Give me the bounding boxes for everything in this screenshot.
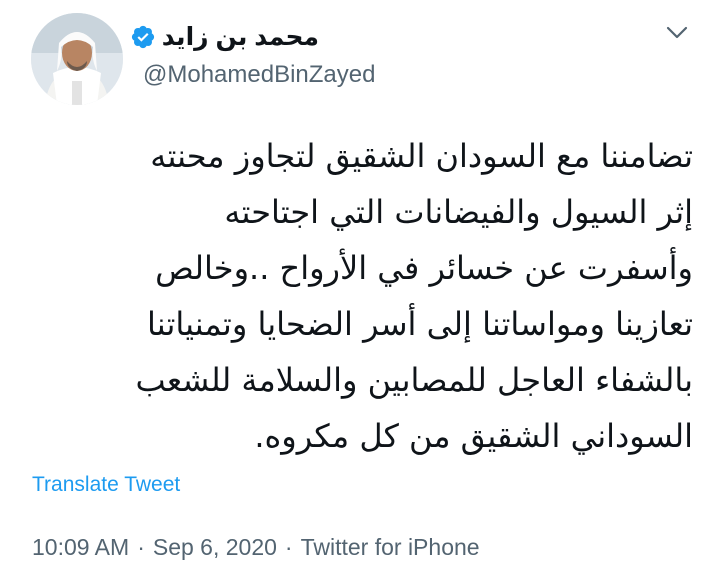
meta-separator: ·: [137, 534, 145, 560]
verified-badge-icon: [130, 24, 156, 50]
chevron-down-icon[interactable]: [662, 18, 692, 48]
tweet-date[interactable]: Sep 6, 2020: [153, 534, 277, 560]
meta-separator: ·: [284, 534, 293, 560]
display-name[interactable]: محمد بن زايد: [162, 22, 319, 52]
avatar[interactable]: [31, 13, 123, 105]
avatar-image: [31, 13, 123, 105]
tweet-header: محمد بن زايد @MohamedBinZayed: [0, 0, 720, 110]
name-row: محمد بن زايد: [130, 22, 319, 52]
tweet-text: تضامننا مع السودان الشقيق لتجاوز محنته إ…: [20, 128, 693, 464]
tweet-source[interactable]: Twitter for iPhone: [301, 534, 480, 560]
user-handle[interactable]: @MohamedBinZayed: [143, 60, 375, 90]
translate-tweet-link[interactable]: Translate Tweet: [32, 472, 180, 498]
tweet-text-line: تضامننا مع السودان الشقيق لتجاوز محنته: [150, 137, 693, 175]
tweet-text-line: بالشفاء العاجل للمصابين والسلامة للشعب: [135, 361, 693, 399]
tweet-text-line: تعازينا ومواساتنا إلى أسر الضحايا وتمنيا…: [147, 305, 693, 343]
tweet-text-line: إثر السيول والفيضانات التي اجتاحته: [224, 193, 693, 231]
tweet-text-line: وأسفرت عن خسائر في الأرواح ..وخالص: [155, 249, 693, 287]
tweet-metadata: 10:09 AM · Sep 6, 2020 · Twitter for iPhone: [32, 532, 480, 562]
tweet-text-line: السوداني الشقيق من كل مكروه.: [254, 417, 693, 455]
tweet-time[interactable]: 10:09 AM: [32, 534, 129, 560]
